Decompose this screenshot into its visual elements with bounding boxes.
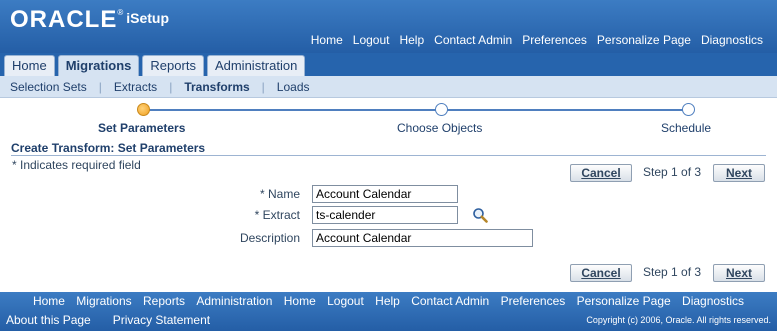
global-link-contact-admin[interactable]: Contact Admin <box>434 33 512 47</box>
required-marker: * <box>254 208 260 222</box>
global-link-help[interactable]: Help <box>399 33 424 47</box>
footer-links: Home Migrations Reports Administration H… <box>0 294 777 308</box>
train-stop-set-parameters <box>137 103 150 116</box>
train-stop-schedule[interactable] <box>682 103 695 116</box>
next-button-bottom[interactable]: Next <box>713 264 765 282</box>
footer-link-help[interactable]: Help <box>375 294 400 308</box>
subnav-loads[interactable]: Loads <box>277 80 310 94</box>
step-indicator-top: Step 1 of 3 <box>643 165 702 179</box>
footer-link-reports[interactable]: Reports <box>143 294 185 308</box>
cancel-button-top[interactable]: Cancel <box>570 164 632 182</box>
subnav-separator: | <box>261 79 265 94</box>
subnav-separator: | <box>169 79 173 94</box>
global-link-diagnostics[interactable]: Diagnostics <box>701 33 763 47</box>
footer-link-home[interactable]: Home <box>33 294 65 308</box>
subnav-extracts[interactable]: Extracts <box>114 80 157 94</box>
logo-text: ORACLE <box>10 6 118 33</box>
extract-input[interactable] <box>312 206 458 224</box>
train-label-schedule[interactable]: Schedule <box>661 121 711 135</box>
registered-mark: ® <box>117 8 125 17</box>
train-stop-choose-objects[interactable] <box>435 103 448 116</box>
subnav-transforms[interactable]: Transforms <box>184 80 249 94</box>
tab-home[interactable]: Home <box>4 55 55 76</box>
footer-link-home-2[interactable]: Home <box>284 294 316 308</box>
global-nav: Home Logout Help Contact Admin Preferenc… <box>311 33 763 47</box>
sub-navigation: Selection Sets | Extracts | Transforms |… <box>0 76 777 98</box>
description-input[interactable] <box>312 229 533 247</box>
train-label-choose-objects[interactable]: Choose Objects <box>397 121 482 135</box>
oracle-logo: ORACLE® iSetup <box>10 6 169 34</box>
title-divider <box>11 155 766 156</box>
global-link-preferences[interactable]: Preferences <box>522 33 587 47</box>
cancel-label: Cancel <box>581 266 621 280</box>
privacy-statement-link[interactable]: Privacy Statement <box>113 313 210 327</box>
extract-label: * Extract <box>190 208 300 222</box>
train-label-set-parameters: Set Parameters <box>98 121 186 135</box>
name-input[interactable] <box>312 185 458 203</box>
next-label: Next <box>725 266 752 280</box>
footer-link-logout[interactable]: Logout <box>327 294 364 308</box>
required-marker: * <box>259 187 265 201</box>
extract-label-text: Extract <box>262 208 300 222</box>
cancel-button-bottom[interactable]: Cancel <box>570 264 632 282</box>
step-indicator-bottom: Step 1 of 3 <box>643 265 702 279</box>
footer-link-administration[interactable]: Administration <box>196 294 272 308</box>
footer-link-personalize-page[interactable]: Personalize Page <box>577 294 671 308</box>
footer-link-preferences[interactable]: Preferences <box>501 294 566 308</box>
tab-administration[interactable]: Administration <box>206 55 306 76</box>
subnav-separator: | <box>98 79 102 94</box>
required-field-note: * Indicates required field <box>12 158 141 172</box>
global-link-home[interactable]: Home <box>311 33 343 47</box>
next-label: Next <box>725 166 752 180</box>
footer-link-diagnostics[interactable]: Diagnostics <box>682 294 744 308</box>
search-icon[interactable] <box>472 207 488 223</box>
footer-secondary-links: About this Page Privacy Statement <box>6 313 210 327</box>
product-name: iSetup <box>126 10 170 26</box>
global-link-logout[interactable]: Logout <box>353 33 390 47</box>
page-title: Create Transform: Set Parameters <box>11 141 206 155</box>
cancel-label: Cancel <box>581 166 621 180</box>
about-this-page-link[interactable]: About this Page <box>6 313 91 327</box>
next-button-top[interactable]: Next <box>713 164 765 182</box>
train-line <box>143 109 689 111</box>
subnav-selection-sets[interactable]: Selection Sets <box>10 80 87 94</box>
footer-link-migrations[interactable]: Migrations <box>76 294 131 308</box>
process-train: Set Parameters Choose Objects Schedule <box>0 100 777 140</box>
copyright-text: Copyright (c) 2006, Oracle. All rights r… <box>586 315 771 325</box>
description-label: Description <box>239 231 300 245</box>
global-link-personalize-page[interactable]: Personalize Page <box>597 33 691 47</box>
tab-migrations[interactable]: Migrations <box>57 55 140 77</box>
name-label-text: Name <box>267 187 300 201</box>
tab-bar: Home Migrations Reports Administration <box>4 55 306 77</box>
tab-reports[interactable]: Reports <box>142 55 204 76</box>
footer-link-contact-admin[interactable]: Contact Admin <box>411 294 489 308</box>
name-label: * Name <box>190 187 300 201</box>
